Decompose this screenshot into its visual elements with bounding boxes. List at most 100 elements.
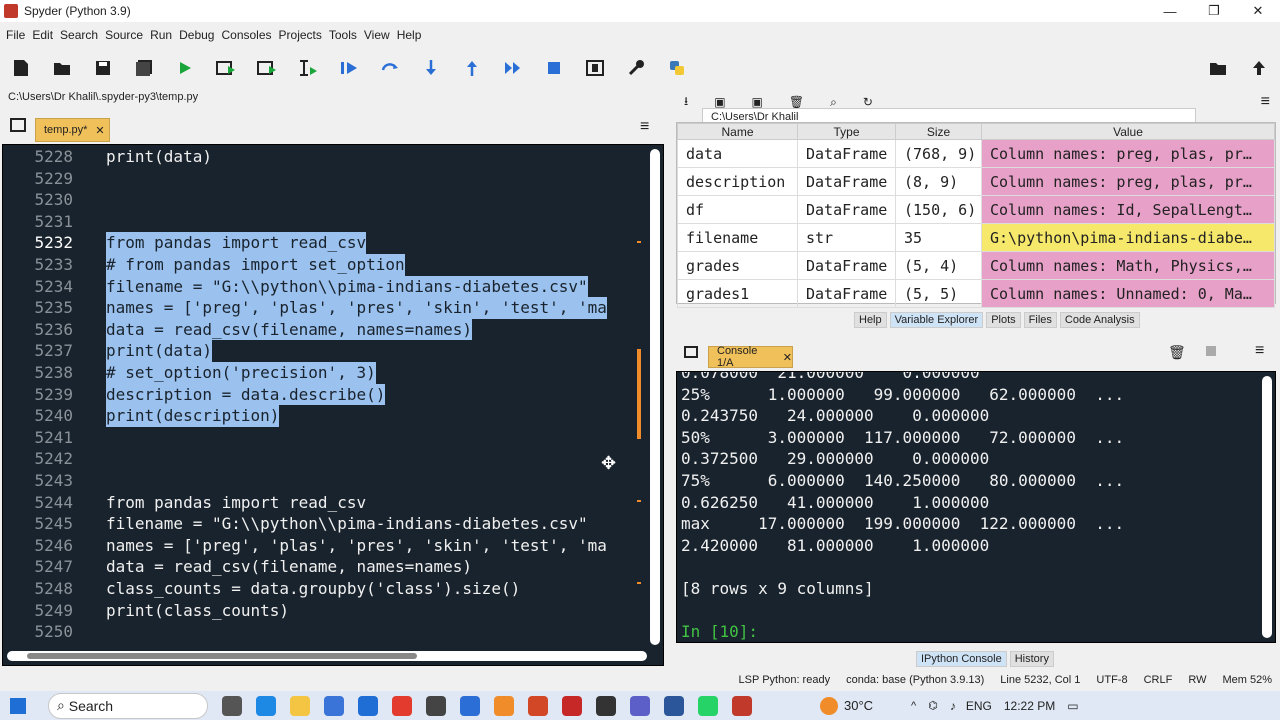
notification-icon[interactable]: ▭ (1067, 699, 1078, 713)
tab-code-analysis[interactable]: Code Analysis (1059, 312, 1140, 328)
menu-run[interactable]: Run (150, 28, 172, 42)
parent-directory-icon[interactable] (1246, 55, 1272, 81)
clock[interactable]: 12:22 PM (1004, 699, 1055, 713)
taskbar-search-box[interactable]: ⌕ Search (48, 692, 208, 719)
variable-row[interactable]: filename str 35 G:\python\pima-indians-d… (677, 223, 1275, 252)
menu-tools[interactable]: Tools (329, 28, 357, 42)
code-editor[interactable]: 5228 print(data) 5229 5230 5231 5232 from pand… (2, 144, 664, 666)
step-return-icon[interactable] (459, 55, 485, 81)
app-icon[interactable] (460, 695, 480, 716)
minimize-button[interactable]: — (1148, 0, 1192, 22)
column-header-name[interactable]: Name (677, 123, 798, 140)
column-header-value[interactable]: Value (981, 123, 1275, 140)
menu-debug[interactable]: Debug (179, 28, 214, 42)
maximize-pane-icon[interactable] (582, 55, 608, 81)
save-data-icon[interactable]: ▣ (714, 95, 725, 109)
menu-file[interactable]: File (6, 28, 25, 42)
line-number: 5242 (34, 449, 73, 469)
refresh-icon[interactable]: ↻ (863, 95, 873, 109)
tab-files[interactable]: Files (1023, 312, 1057, 328)
volume-icon[interactable]: ♪ (950, 699, 956, 713)
variable-row[interactable]: df DataFrame (150, 6) Column names: Id, … (677, 195, 1275, 224)
browse-folder-icon[interactable] (1205, 55, 1231, 81)
warning-marker (637, 241, 641, 243)
tab-plots[interactable]: Plots (986, 312, 1021, 328)
spyder-taskbar-icon[interactable] (732, 695, 752, 716)
step-over-icon[interactable] (377, 55, 403, 81)
save-icon[interactable] (90, 55, 116, 81)
variable-row[interactable]: grades1 DataFrame (5, 5) Column names: U… (677, 279, 1275, 308)
stop-debug-icon[interactable] (541, 55, 567, 81)
run-cell-icon[interactable] (213, 55, 239, 81)
column-header-type[interactable]: Type (797, 123, 896, 140)
close-tab-icon[interactable]: ✕ (95, 124, 104, 137)
new-file-icon[interactable] (8, 55, 34, 81)
remove-console-icon[interactable]: 🗑 (1168, 344, 1186, 361)
step-into-icon[interactable] (418, 55, 444, 81)
save-all-icon[interactable] (131, 55, 157, 81)
debug-icon[interactable] (336, 55, 362, 81)
tab-ipython-console[interactable]: IPython Console (916, 651, 1007, 667)
whatsapp-icon[interactable] (698, 695, 718, 716)
column-header-size[interactable]: Size (895, 123, 982, 140)
editor-horizontal-scrollbar[interactable] (7, 651, 647, 661)
close-button[interactable]: ✕ (1236, 0, 1280, 22)
python-path-icon[interactable] (664, 55, 690, 81)
menu-view[interactable]: View (364, 28, 390, 42)
console-prompt[interactable]: In [10]: (681, 621, 758, 642)
language-indicator[interactable]: ENG (966, 699, 992, 713)
variable-row[interactable]: description DataFrame (8, 9) Column name… (677, 167, 1275, 196)
preferences-wrench-icon[interactable] (623, 55, 649, 81)
menu-edit[interactable]: Edit (32, 28, 53, 42)
var-type: DataFrame (797, 139, 896, 168)
tab-help[interactable]: Help (854, 312, 887, 328)
close-console-tab-icon[interactable]: ✕ (783, 351, 792, 364)
search-variables-icon[interactable]: ⌕ (830, 95, 837, 110)
acrobat-icon[interactable] (562, 695, 582, 716)
task-view-icon[interactable] (222, 695, 242, 716)
interrupt-kernel-icon[interactable] (1206, 346, 1216, 356)
save-data-as-icon[interactable]: ▣ (752, 95, 763, 109)
remove-all-variables-icon[interactable]: 🗑 (789, 95, 804, 109)
tray-chevron-icon[interactable]: ^ (911, 700, 916, 712)
open-file-icon[interactable] (49, 55, 75, 81)
variable-row[interactable]: data DataFrame (768, 9) Column names: pr… (677, 139, 1275, 168)
windows-start-icon[interactable] (10, 697, 26, 714)
menu-consoles[interactable]: Consoles (221, 28, 271, 42)
run-selection-icon[interactable] (295, 55, 321, 81)
file-explorer-icon[interactable] (290, 695, 310, 716)
edge-browser-icon[interactable] (256, 695, 276, 716)
run-cell-advance-icon[interactable] (254, 55, 280, 81)
menu-search[interactable]: Search (60, 28, 98, 42)
chrome-icon[interactable] (392, 695, 412, 716)
menu-projects[interactable]: Projects (279, 28, 322, 42)
tab-console[interactable]: Console 1/A ✕ (708, 345, 793, 369)
tab-variable-explorer[interactable]: Variable Explorer (889, 312, 984, 328)
tab-temp-py[interactable]: temp.py* ✕ (35, 118, 110, 142)
maximize-button[interactable]: ❐ (1192, 0, 1236, 22)
network-icon[interactable]: ⌬ (928, 699, 938, 712)
app-icon[interactable] (596, 695, 616, 716)
continue-icon[interactable] (500, 55, 526, 81)
menu-help[interactable]: Help (397, 28, 422, 42)
app-icon[interactable] (426, 695, 446, 716)
console-vertical-scrollbar[interactable] (1262, 376, 1272, 638)
pane-options-menu-icon[interactable]: ≡ (1261, 93, 1270, 111)
editor-vertical-scrollbar[interactable] (650, 149, 660, 645)
import-data-icon[interactable]: ⭳ (684, 92, 688, 113)
console-options-menu-icon[interactable]: ≡ (1255, 342, 1264, 360)
store-icon[interactable] (324, 695, 344, 716)
run-icon[interactable] (172, 55, 198, 81)
variable-row[interactable]: grades DataFrame (5, 4) Column names: Ma… (677, 251, 1275, 280)
menu-source[interactable]: Source (105, 28, 143, 42)
teams-icon[interactable] (630, 695, 650, 716)
tab-history[interactable]: History (1009, 651, 1054, 667)
ipython-console[interactable]: 0.078000 21.000000 0.000000 25% 1.000000 … (676, 371, 1276, 643)
scroll-thumb[interactable] (27, 653, 417, 659)
word-icon[interactable] (664, 695, 684, 716)
vlc-icon[interactable] (494, 695, 514, 716)
mail-icon[interactable] (358, 695, 378, 716)
powerpoint-icon[interactable] (528, 695, 548, 716)
editor-options-menu-icon[interactable]: ≡ (640, 118, 649, 136)
var-type: DataFrame (797, 195, 896, 224)
